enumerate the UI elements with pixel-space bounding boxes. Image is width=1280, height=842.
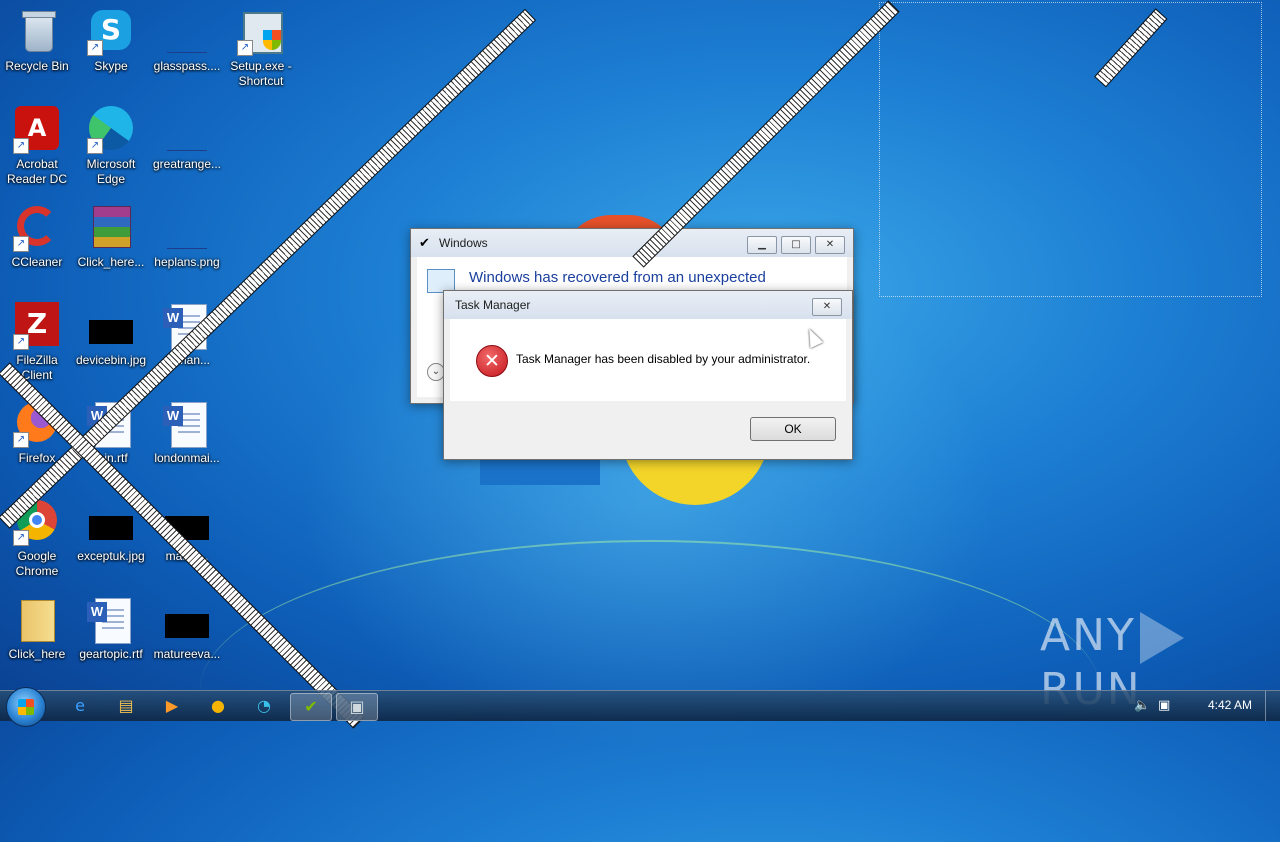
volume-icon[interactable]: 🔈 [1134,698,1150,713]
desktop-icon-click-here-archive[interactable]: Click_here... [74,204,148,270]
windows-dialog-icon: ✔ [419,236,430,251]
desktop-icon-label: Recycle Bin [5,59,69,73]
recovery-message: Windows has recovered from an unexpected [469,269,766,286]
explorer-icon[interactable]: ▤ [106,693,146,719]
desktop-icon-label: Acrobat Reader DC [6,157,68,186]
desktop-icon-label: Click_here [8,647,66,661]
dialog-window-icon[interactable]: ▣ [336,693,378,721]
shortcut-arrow-icon: ↗ [13,138,29,154]
desktop-icon-greatrange[interactable]: greatrange... [150,106,224,172]
desktop-icon-label: Google Chrome [15,549,59,578]
shortcut-arrow-icon: ↗ [13,236,29,252]
ccleaner-icon: ↗ [13,204,61,252]
system-tray: 🔈 ▣ 4:42 AM [1130,691,1280,721]
media-player-icon[interactable]: ▶ [152,693,192,719]
windows-setup-icon[interactable]: ✔ [290,693,332,721]
play-logo-icon [1139,612,1184,664]
image-file-icon [87,498,135,546]
skype-icon: S ↗ [87,8,135,56]
blank-file-icon [163,8,211,56]
shortcut-arrow-icon: ↗ [87,40,103,56]
shortcut-arrow-icon: ↗ [87,138,103,154]
desktop-icon-click-here-folder[interactable]: Click_here [0,596,74,662]
edge-icon[interactable]: ◔ [244,693,284,719]
ok-button[interactable]: OK [750,417,836,441]
desktop-icon-label: Skype [94,59,128,73]
desktop-icon-setup-shortcut[interactable]: ↗ Setup.exe - Shortcut [224,8,298,89]
blank-file-icon [163,106,211,154]
clock[interactable]: 4:42 AM [1208,698,1252,712]
image-file-icon [163,596,211,644]
desktop-icon-label: greatrange... [152,157,222,171]
selection-rectangle [879,2,1262,297]
desktop-icon-geartopic[interactable]: W geartopic.rtf [74,596,148,662]
show-desktop-button[interactable] [1265,691,1280,721]
shortcut-arrow-icon: ↗ [13,432,29,448]
image-file-icon [163,204,211,252]
title-bar[interactable]: Task Manager ✕ [444,291,852,319]
shortcut-arrow-icon: ↗ [13,334,29,350]
desktop-icon-recycle-bin[interactable]: Recycle Bin [0,8,74,74]
desktop-icon-label: Setup.exe - Shortcut [230,59,292,88]
desktop-icon-label: glasspass.... [153,59,221,73]
desktop-icon-acrobat[interactable]: A ↗ Acrobat Reader DC [0,106,74,187]
ie-icon[interactable]: e [60,693,100,719]
desktop-icon-label: Microsoft Edge [86,157,136,186]
title-bar[interactable]: ✔ Windows ▁ □ ✕ [411,229,853,257]
window-title: Windows [439,236,488,250]
desktop-icon-edge[interactable]: ↗ Microsoft Edge [74,106,148,187]
minimize-button[interactable]: ▁ [747,236,777,254]
close-button[interactable]: ✕ [815,236,845,254]
desktop-icon-label: geartopic.rtf [79,647,143,661]
desktop-icon-ccleaner[interactable]: ↗ CCleaner [0,204,74,270]
desktop-icon-label: exceptuk.jpg [77,549,145,563]
desktop-icon-londonmai[interactable]: W londonmai... [150,400,224,466]
watermark-left: ANY [1040,610,1136,661]
error-icon: ✕ [476,345,508,377]
shortcut-arrow-icon: ↗ [237,40,253,56]
chrome-icon[interactable]: ● [198,693,238,719]
desktop-icon-glasspass[interactable]: glasspass.... [150,8,224,74]
desktop-icon-matureeva[interactable]: matureeva... [150,596,224,662]
recycle-bin-icon [13,8,61,56]
folder-icon [13,596,61,644]
setup-installer-icon: ↗ [237,8,285,56]
network-icon[interactable]: ▣ [1158,698,1170,713]
word-document-icon: W [163,400,211,448]
desktop-icon-heplans[interactable]: heplans.png [150,204,224,270]
maximize-button[interactable]: □ [781,236,811,254]
task-manager-dialog[interactable]: Task Manager ✕ ✕ Task Manager has been d… [443,290,853,460]
desktop-icon-label: londonmai... [154,451,220,465]
error-message: Task Manager has been disabled by your a… [516,352,811,366]
edge-icon: ↗ [87,106,135,154]
desktop-icon-label: devicebin.jpg [75,353,147,367]
close-button[interactable]: ✕ [812,298,842,316]
desktop-icon-label: heplans.png [154,255,220,269]
filezilla-icon: Z ↗ [13,302,61,350]
desktop-icon-label: CCleaner [11,255,63,269]
desktop-icon-skype[interactable]: S ↗ Skype [74,8,148,74]
acrobat-icon: A ↗ [13,106,61,154]
desktop-icon-devicebin[interactable]: devicebin.jpg [74,302,148,368]
start-button[interactable] [6,687,46,727]
taskbar: e ▤ ▶ ● ◔ ✔ ▣ 🔈 ▣ 4:42 AM [0,687,1280,727]
word-document-icon: W [87,596,135,644]
shortcut-arrow-icon: ↗ [13,530,29,546]
winrar-archive-icon [87,204,135,252]
desktop-icon-label: Click_here... [77,255,145,269]
window-title: Task Manager [455,298,531,312]
image-file-icon [87,302,135,350]
desktop-icon-label: matureeva... [153,647,221,661]
